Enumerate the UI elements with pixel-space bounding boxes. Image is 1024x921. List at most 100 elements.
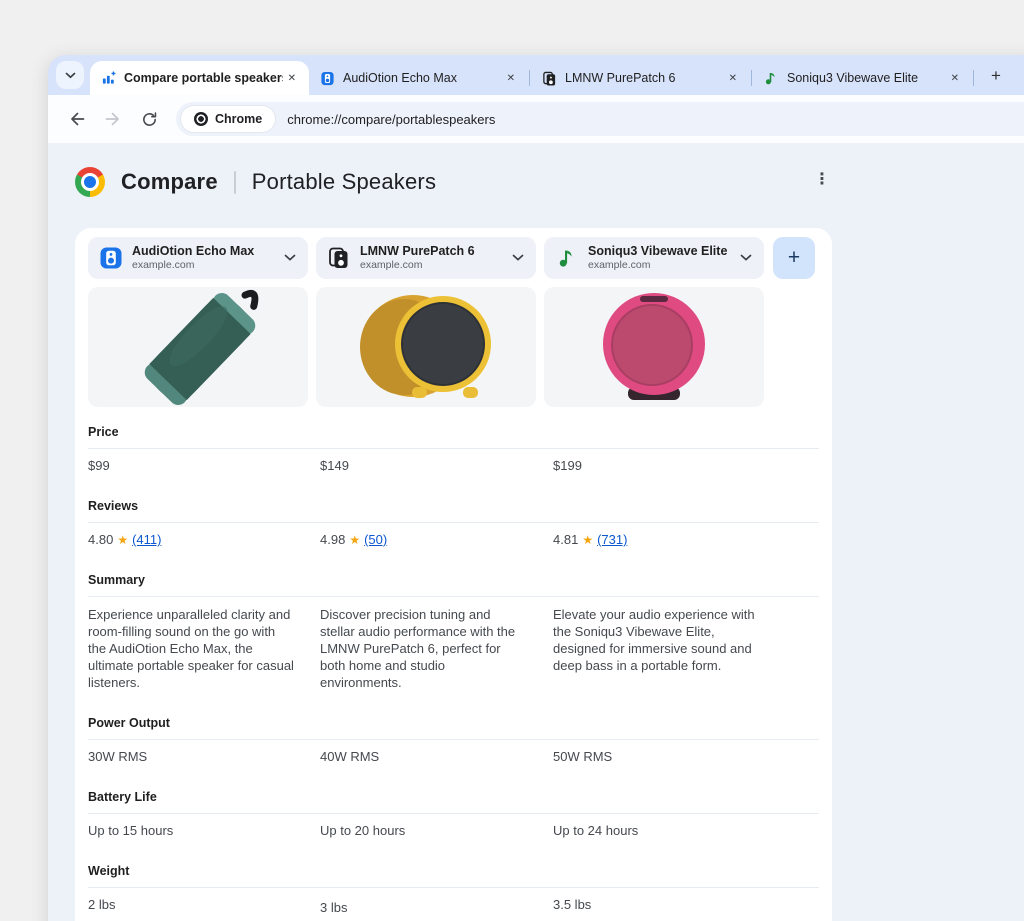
chevron-down-icon[interactable]: [740, 254, 752, 262]
tab-separator: [973, 70, 974, 86]
divider: [88, 813, 819, 814]
reviews-count-link[interactable]: (411): [132, 532, 161, 548]
close-icon[interactable]: ✕: [724, 70, 742, 87]
add-product-button[interactable]: +: [773, 237, 815, 279]
page-menu-button[interactable]: ⋮: [808, 165, 836, 193]
chevron-down-icon[interactable]: [284, 254, 296, 262]
chevron-down-icon: [65, 72, 76, 79]
speaker-dark-icon: [327, 246, 351, 270]
summary-text: Discover precision tuning and stellar au…: [320, 607, 516, 690]
forward-button[interactable]: [98, 104, 128, 134]
reload-button[interactable]: [134, 104, 164, 134]
section-label: Power Output: [88, 716, 170, 730]
divider: [88, 739, 819, 740]
compare-page: Compare Portable Speakers ⋮ AudiOtion Ec…: [48, 143, 1024, 921]
power-value: 30W RMS: [88, 749, 148, 764]
product-pill-soniqu3[interactable]: Soniqu3 Vibewave Elite example.com: [544, 237, 764, 279]
page-header: Compare Portable Speakers: [48, 143, 1024, 197]
section-battery-life: Battery Life Up to 15 hours Up to 20 hou…: [88, 789, 819, 839]
weight-value: 3 lbs: [320, 900, 348, 915]
rating-value: 4.80: [88, 532, 114, 547]
yellow-round-speaker-image: [360, 295, 491, 398]
speaker-blue-icon: [319, 70, 335, 86]
reviews-row: 4.80 ★ (411) 4.98 ★ (50) 4.81 ★ (731): [88, 532, 819, 548]
music-note-icon: [555, 246, 579, 270]
tab-separator: [751, 70, 752, 86]
teal-cylinder-speaker-image: [144, 289, 259, 406]
product-domain: example.com: [588, 259, 651, 272]
product-selector-row: AudiOtion Echo Max example.com LMNW Pure…: [88, 237, 819, 279]
app-name: Compare: [121, 169, 218, 194]
product-image-soniqu3: [544, 287, 764, 407]
divider: [88, 522, 819, 523]
tab-soniqu3-vibewave-elite[interactable]: Soniqu3 Vibewave Elite ✕: [753, 61, 972, 95]
forward-arrow-icon: [105, 112, 119, 126]
tab-label: AudiOtion Echo Max: [343, 71, 457, 85]
product-image-lmnw: [316, 287, 536, 407]
close-icon[interactable]: ✕: [946, 70, 964, 87]
price-value: $99: [88, 458, 110, 473]
music-note-icon: [763, 70, 779, 86]
url-text: chrome://compare/portablespeakers: [287, 111, 496, 127]
back-button[interactable]: [62, 104, 92, 134]
tab-lmnw-purepatch-6[interactable]: LMNW PurePatch 6 ✕: [531, 61, 750, 95]
close-icon[interactable]: ✕: [502, 70, 520, 87]
section-label: Summary: [88, 573, 145, 587]
section-label: Price: [88, 425, 119, 439]
tab-compare-portable-speakers[interactable]: Compare portable speakers ✕: [90, 61, 309, 95]
product-image-row: [88, 287, 819, 407]
tab-label: Soniqu3 Vibewave Elite: [787, 71, 919, 85]
tab-audiotion-echo-max[interactable]: AudiOtion Echo Max ✕: [309, 61, 528, 95]
reviews-count-link[interactable]: (50): [364, 532, 387, 548]
pink-round-speaker-image: [603, 293, 705, 400]
rating-value: 4.98: [320, 532, 346, 547]
product-domain: example.com: [360, 259, 423, 272]
address-bar[interactable]: Chrome chrome://compare/portablespeakers: [176, 102, 1024, 136]
star-icon: ★: [349, 533, 361, 547]
battery-value: Up to 20 hours: [320, 823, 406, 838]
close-icon[interactable]: ✕: [283, 70, 301, 87]
section-summary: Summary Experience unparalleled clarity …: [88, 572, 819, 691]
tab-strip: Compare portable speakers ✕ AudiOtion Ec…: [48, 55, 1024, 95]
new-tab-button[interactable]: +: [985, 66, 1007, 86]
weight-value: 3.5 lbs: [553, 897, 592, 912]
divider: [88, 887, 819, 888]
weight-row: 2 lbs 3 lbs 3.5 lbs: [88, 897, 819, 916]
section-price: Price $99 $149 $199: [88, 424, 819, 474]
browser-toolbar: Chrome chrome://compare/portablespeakers: [48, 95, 1024, 143]
product-domain: example.com: [132, 259, 195, 272]
chrome-logo-icon: [75, 167, 105, 197]
browser-window: Compare portable speakers ✕ AudiOtion Ec…: [48, 55, 1024, 921]
price-value: $199: [553, 458, 582, 473]
site-chip[interactable]: Chrome: [181, 106, 276, 132]
summary-text: Elevate your audio experience with the S…: [553, 607, 755, 673]
price-row: $99 $149 $199: [88, 458, 819, 474]
section-weight: Weight 2 lbs 3 lbs 3.5 lbs: [88, 863, 819, 916]
product-pill-lmnw[interactable]: LMNW PurePatch 6 example.com: [316, 237, 536, 279]
title-divider: [233, 170, 236, 194]
section-label: Battery Life: [88, 790, 157, 804]
product-image-audiotion: [88, 287, 308, 407]
page-title: Portable Speakers: [251, 169, 437, 194]
product-pill-audiotion[interactable]: AudiOtion Echo Max example.com: [88, 237, 308, 279]
compare-icon: [100, 70, 116, 86]
section-power-output: Power Output 30W RMS 40W RMS 50W RMS: [88, 715, 819, 765]
star-icon: ★: [117, 533, 129, 547]
tab-search-button[interactable]: [56, 61, 84, 89]
price-value: $149: [320, 458, 349, 473]
product-name: LMNW PurePatch 6: [360, 243, 475, 258]
battery-row: Up to 15 hours Up to 20 hours Up to 24 h…: [88, 823, 819, 839]
summary-text: Experience unparalleled clarity and room…: [88, 607, 294, 690]
summary-row: Experience unparalleled clarity and room…: [88, 606, 819, 691]
product-name: AudiOtion Echo Max: [132, 243, 255, 258]
speaker-dark-icon: [541, 70, 557, 86]
reload-icon: [142, 111, 156, 126]
divider: [88, 448, 819, 449]
chevron-down-icon[interactable]: [512, 254, 524, 262]
divider: [88, 596, 819, 597]
power-row: 30W RMS 40W RMS 50W RMS: [88, 749, 819, 765]
reviews-count-link[interactable]: (731): [597, 532, 627, 548]
section-label: Weight: [88, 864, 130, 878]
weight-value: 2 lbs: [88, 897, 116, 912]
star-icon: ★: [582, 533, 594, 547]
